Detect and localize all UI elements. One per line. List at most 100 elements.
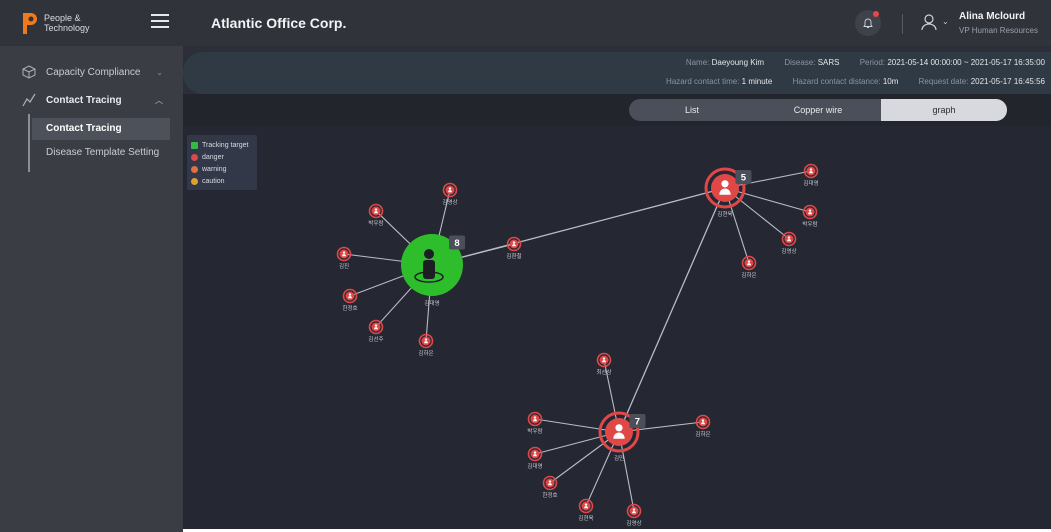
period-label: Period: [859,58,886,67]
contact-node[interactable]: 김하은 [741,255,757,280]
legend-label: danger [202,153,224,161]
contact-node-label: 한정호 [342,305,357,312]
contact-node[interactable]: 김현욱 [578,498,594,523]
sidebar-subitem-contact-tracing[interactable]: Contact Tracing [32,118,170,140]
contact-link [618,187,726,433]
hub-count: 5 [741,172,747,183]
contact-distance-value: 10m [882,77,899,86]
legend: Tracking target danger warning caution [187,135,257,190]
brand-name: People & Technology [44,13,90,33]
top-bar: Atlantic Office Corp. ⌄ Alina Mclourd VP… [183,0,1051,46]
contact-node-label: 김선주 [368,335,383,343]
view-tabs-row: List Copper wire graph [183,94,1051,126]
contact-node[interactable]: 한정호 [542,475,558,500]
request-date-label: Request date: [918,77,969,86]
contact-node[interactable]: 김영상 [626,503,642,528]
tab-copper-wire[interactable]: Copper wire [755,99,881,121]
contact-node-label: 박우람 [527,427,542,435]
sidebar: People & Technology Capacity Compliance … [0,0,183,532]
contact-node[interactable]: 김하은 [695,414,711,439]
legend-label: warning [202,165,227,173]
contact-node[interactable]: 김대영 [527,446,543,471]
notification-button[interactable] [855,10,881,36]
contact-node[interactable]: 김진 [336,246,352,271]
contact-node[interactable]: 최선상 [596,352,612,377]
contact-node-label: 김하은 [741,271,756,279]
contact-node-label: 김환철 [506,252,521,260]
contact-node[interactable]: 박우람 [527,411,543,436]
legend-label: caution [202,177,225,185]
legend-item-warning: warning [191,163,253,175]
case-info-bar: Name: Daeyoung Kim Disease: SARS Period:… [183,52,1051,94]
period-value: 2021-05-14 00:00:00 ~ 2021-05-17 16:35:0… [887,58,1045,67]
chevron-up-icon: ︿ [155,95,163,105]
contact-node-label: 최선상 [596,368,611,376]
person-icon [191,153,198,161]
sidebar-item-label: Capacity Compliance [46,66,141,78]
contact-node[interactable]: 김하은 [418,333,434,358]
contact-node-label: 김하은 [695,430,710,438]
contact-node[interactable]: 김대영 [803,163,819,188]
view-tabs: List Copper wire graph [629,99,1007,121]
hub-node-label: 김현욱 [717,210,732,218]
sidebar-item-capacity-compliance[interactable]: Capacity Compliance ⌄ [0,60,183,84]
contact-node-label: 박우람 [802,220,817,228]
contact-graph[interactable]: 김영상박우람김진한정호김선주김하은김환철김대영박우람김영상김하은최선상박우람김대… [183,126,1051,529]
contact-node[interactable]: 김영상 [442,182,458,207]
hub-node-target[interactable]: 8 김대영 [401,234,466,307]
contact-node[interactable]: 김영상 [781,231,797,256]
case-info-row-1: Name: Daeyoung Kim Disease: SARS Period:… [668,58,1045,67]
contact-node-label: 김하은 [418,349,433,357]
brand-line2: Technology [44,23,90,33]
name-label: Name: [685,58,710,67]
contact-node[interactable]: 김환철 [506,236,522,261]
contact-node-label: 김진 [339,262,349,270]
tab-graph[interactable]: graph [881,99,1007,121]
sidebar-subitem-disease-template-setting[interactable]: Disease Template Setting [30,142,170,164]
contact-node-label: 김영상 [442,198,457,206]
contact-node[interactable]: 한정호 [342,288,358,313]
user-role: VP Human Resources [959,26,1038,35]
hub-count: 8 [454,238,459,249]
sidebar-item-contact-tracing[interactable]: Contact Tracing ︿ [0,88,183,112]
contact-distance-label: Hazard contact distance: [792,77,881,86]
legend-item-danger: danger [191,151,253,163]
hamburger-menu-icon[interactable] [151,14,169,28]
chevron-down-icon[interactable]: ⌄ [942,17,949,26]
cube-icon [22,65,36,79]
contact-node-label: 김영상 [626,519,641,527]
company-title: Atlantic Office Corp. [211,15,347,31]
user-icon[interactable] [920,13,938,31]
contact-node[interactable]: 김선주 [368,319,384,344]
bell-icon [863,18,873,28]
brand: People & Technology [0,0,183,46]
divider [902,14,903,34]
contact-time-label: Hazard contact time: [666,77,740,86]
user-name: Alina Mclourd [959,11,1026,22]
contact-node-label: 김대영 [803,179,818,187]
person-icon [191,165,198,173]
hub-node-danger[interactable]: 7 김민 [598,411,646,462]
contact-node-label: 박우람 [368,219,383,227]
brand-line1: People & [44,13,81,23]
brand-logo-icon [23,13,37,34]
contact-time-value: 1 minute [741,77,773,86]
person-icon [191,177,198,185]
contact-node[interactable]: 박우람 [802,204,818,229]
contact-node-label: 한정호 [542,492,557,499]
contact-graph-area[interactable]: 김영상 박우람 김진 한정호 김선주 김하은 김환철 김대영 박우람 김영상 김하은 최선상 박우람 김대… [183,126,1051,529]
hub-node-danger[interactable]: 5 김현욱 [704,167,752,218]
contact-node-label: 김영상 [781,247,796,255]
sidebar-submenu: Contact Tracing Disease Template Setting [28,114,183,172]
legend-item-caution: caution [191,175,253,187]
hub-node-label: 김대영 [424,299,439,307]
legend-item-tracking-target: Tracking target [191,139,253,151]
hub-count: 7 [635,416,640,427]
contact-node-label: 김현욱 [578,514,593,522]
legend-label: Tracking target [202,141,249,149]
tab-list[interactable]: List [629,99,755,121]
name-value: Daeyoung Kim [711,58,765,67]
sidebar-item-label: Contact Tracing [46,94,122,106]
contact-node-label: 김대영 [527,462,542,470]
contact-node[interactable]: 박우람 [368,203,384,228]
